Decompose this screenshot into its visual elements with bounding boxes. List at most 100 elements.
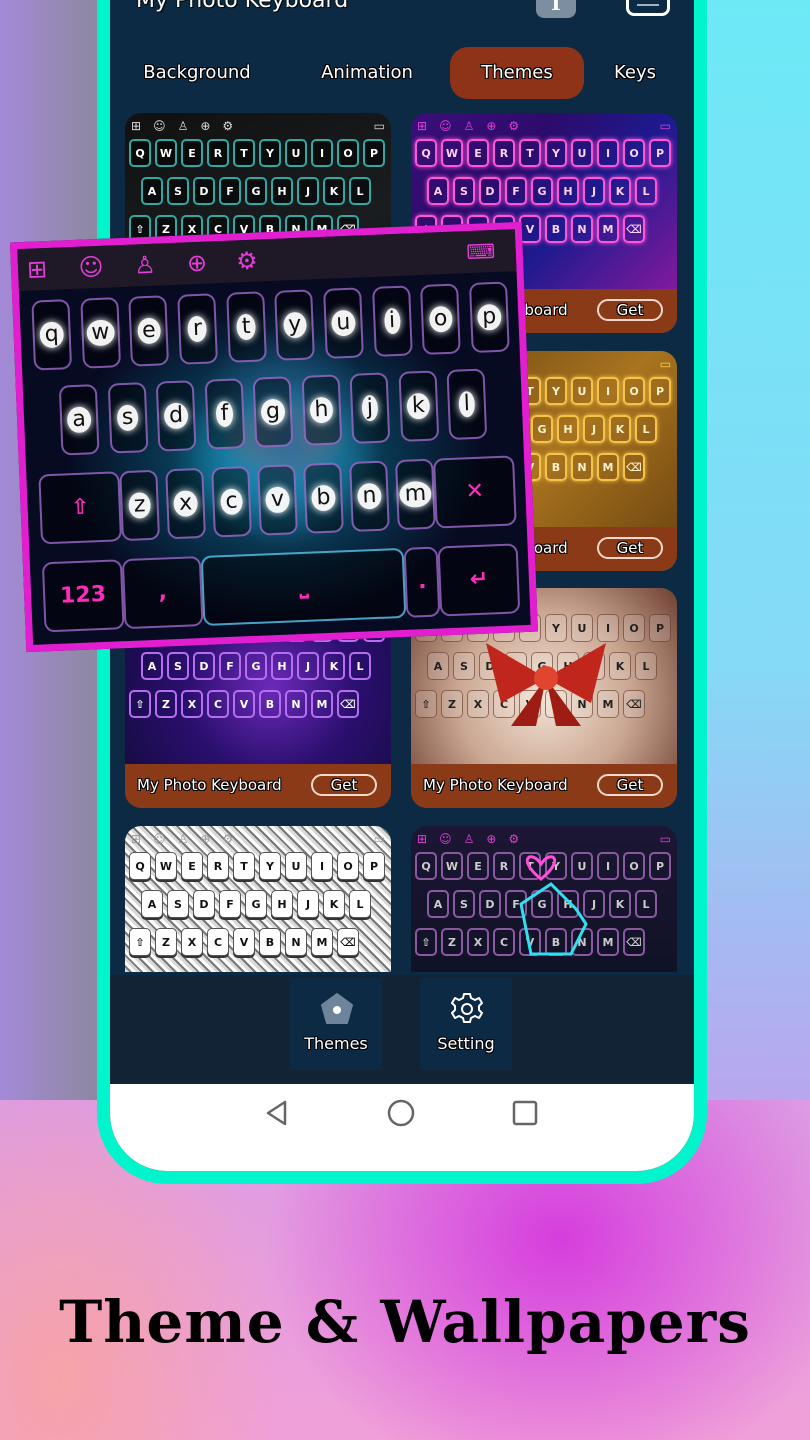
app-title: My Photo Keyboard xyxy=(136,0,349,13)
preview-key: K xyxy=(609,415,631,443)
back-icon[interactable] xyxy=(263,1098,293,1128)
preview-key: F xyxy=(505,177,527,205)
enter-key[interactable]: ↵ xyxy=(437,543,521,617)
preview-key: F xyxy=(219,177,241,205)
get-button[interactable]: Get xyxy=(311,774,377,796)
globe-icon[interactable]: ⊕ xyxy=(181,247,212,278)
system-navigation-bar xyxy=(110,1084,694,1171)
preview-key: N xyxy=(571,453,593,481)
preview-key: M xyxy=(597,215,619,243)
featured-row-2: asdfghjkl xyxy=(58,368,488,456)
key-j[interactable]: j xyxy=(349,372,391,444)
preview-row: QWERTYUIOP xyxy=(129,139,391,167)
key-y[interactable]: y xyxy=(274,289,316,361)
key-b[interactable]: b xyxy=(303,462,344,534)
nav-setting[interactable]: Setting xyxy=(420,978,512,1070)
gear-icon xyxy=(451,993,483,1023)
featured-keyboard-preview[interactable]: ⊞ ☺ ♙ ⊕ ⚙ ⌨ qwertyuiop asdfghjkl ⇧ zxcvb… xyxy=(9,221,539,653)
keyboard-hide-icon[interactable]: ⌨ xyxy=(465,236,496,267)
preview-key: V xyxy=(519,215,541,243)
preview-key: I xyxy=(597,139,619,167)
featured-row-3: ⇧ zxcvbnm ✕ xyxy=(38,455,517,545)
preview-key: P xyxy=(649,614,671,642)
promo-caption: Theme & Wallpapers xyxy=(59,1288,751,1356)
home-icon[interactable] xyxy=(386,1098,416,1128)
recents-icon[interactable] xyxy=(510,1098,540,1128)
preview-key: R xyxy=(493,139,515,167)
preview-key: H xyxy=(557,177,579,205)
preview-key: R xyxy=(207,139,229,167)
key-u[interactable]: u xyxy=(323,287,364,359)
menu-icon[interactable] xyxy=(626,0,670,16)
key-s[interactable]: s xyxy=(107,382,149,454)
key-n[interactable]: n xyxy=(349,460,390,532)
preview-key: J xyxy=(583,415,605,443)
key-c[interactable]: c xyxy=(211,466,252,538)
get-button[interactable]: Get xyxy=(597,537,663,559)
nav-setting-label: Setting xyxy=(437,1034,495,1053)
period-key[interactable]: . xyxy=(403,546,441,618)
comma-key[interactable]: , xyxy=(121,556,204,630)
preview-key: E xyxy=(181,139,203,167)
key-l[interactable]: l xyxy=(446,368,488,440)
key-p[interactable]: p xyxy=(468,281,510,353)
nav-themes[interactable]: Themes xyxy=(290,978,382,1070)
preview-key: D xyxy=(193,177,215,205)
preview-key: J xyxy=(297,890,319,918)
key-d[interactable]: d xyxy=(155,380,197,452)
key-i[interactable]: i xyxy=(371,285,413,357)
key-f[interactable]: f xyxy=(204,378,245,450)
key-q[interactable]: q xyxy=(31,299,73,371)
theme-card-silver-glitter[interactable]: ⊞ ☺ ♙ ⊕ ⚙ ▭ QWERTYUIOP ASDFGHJKL ⇧ Z X C V B N M ⌫ xyxy=(125,826,391,972)
preview-key: I xyxy=(597,377,619,405)
key-x[interactable]: x xyxy=(165,467,206,540)
preview-key: D xyxy=(193,652,215,680)
space-key[interactable]: ⎵ xyxy=(201,547,407,626)
preview-key: G xyxy=(245,890,267,918)
shift-key[interactable]: ⇧ xyxy=(38,471,123,545)
preview-key: G xyxy=(245,177,267,205)
key-v[interactable]: v xyxy=(257,464,298,536)
tab-background[interactable]: Background xyxy=(132,47,262,99)
preview-key: V xyxy=(233,690,255,718)
delete-key[interactable]: ✕ xyxy=(432,455,517,529)
tab-animation[interactable]: Animation xyxy=(302,47,432,99)
key-m[interactable]: m xyxy=(395,458,436,531)
preview-key: F xyxy=(219,890,241,918)
get-button[interactable]: Get xyxy=(597,774,663,796)
tab-themes[interactable]: Themes xyxy=(450,47,584,99)
preview-row: ASDFGHJKL xyxy=(141,177,391,205)
preview-toolbar: ⊞☺♙⊕⚙▭ xyxy=(131,119,385,133)
preview-key: ⌫ xyxy=(337,690,359,718)
key-r[interactable]: r xyxy=(177,293,218,365)
key-w[interactable]: w xyxy=(79,297,121,369)
get-button[interactable]: Get xyxy=(597,299,663,321)
key-a[interactable]: a xyxy=(58,384,100,456)
theme-preview: ⊞☺♙⊕⚙▭ QWERTYUIOP ASDFGHJKL ⇧ZXCVBNM⌫ xyxy=(125,826,391,972)
key-h[interactable]: h xyxy=(301,374,342,446)
key-g[interactable]: g xyxy=(252,376,294,448)
preview-key: X xyxy=(467,928,489,956)
preview-row: ⇧ZXCVBNM⌫ xyxy=(129,928,391,956)
apps-icon[interactable]: ⊞ xyxy=(21,254,52,285)
key-t[interactable]: t xyxy=(225,291,267,363)
preview-key: ⌫ xyxy=(623,215,645,243)
shirt-icon[interactable]: ♙ xyxy=(129,249,160,280)
numbers-key[interactable]: 123 xyxy=(41,559,125,633)
preview-key: L xyxy=(349,890,371,918)
preview-key: J xyxy=(297,177,319,205)
theme-card-neon-heart[interactable]: ⊞ ☺ ♙ ⊕ ⚙ ▭ QWERTYUIOP ASDFGHJKL ⇧ Z X C V B N M ⌫ xyxy=(411,826,677,972)
pentagon-icon xyxy=(321,993,353,1024)
settings-icon[interactable]: ⚙ xyxy=(231,245,262,276)
preview-key: K xyxy=(609,890,631,918)
key-e[interactable]: e xyxy=(128,295,170,367)
tab-keys[interactable]: Keys xyxy=(600,47,670,99)
heart-hand-graphic xyxy=(519,855,588,956)
text-size-icon[interactable]: T xyxy=(536,0,576,18)
key-z[interactable]: z xyxy=(119,469,161,542)
key-k[interactable]: k xyxy=(397,370,439,442)
key-o[interactable]: o xyxy=(420,283,462,355)
preview-key: L xyxy=(349,177,371,205)
emoji-icon[interactable]: ☺ xyxy=(75,252,106,283)
preview-key: W xyxy=(441,852,463,880)
